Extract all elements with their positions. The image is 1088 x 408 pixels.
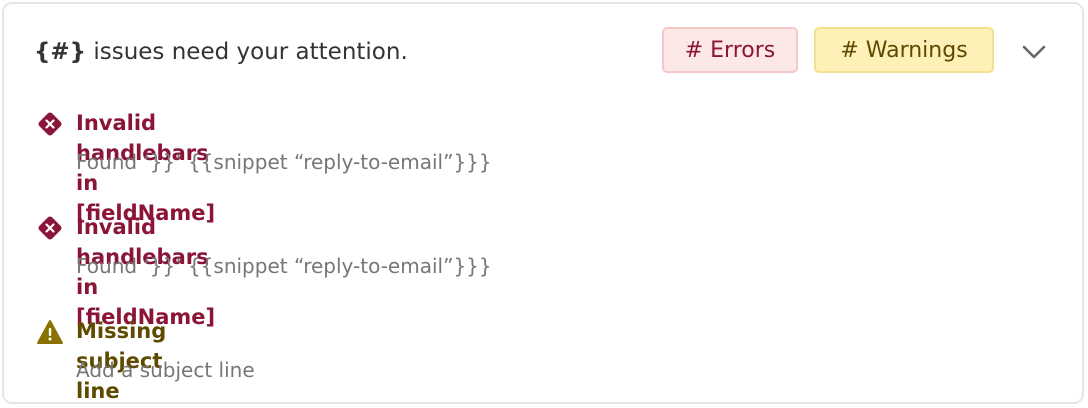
warnings-badge[interactable]: # Warnings [814, 27, 994, 73]
errors-badge[interactable]: # Errors [662, 27, 798, 73]
issue-detail: Found ‘}}’ {{snippet “reply-to-email”}}} [76, 150, 492, 174]
issues-summary-text: issues need your attention. [86, 39, 408, 65]
error-diamond-icon [36, 214, 64, 242]
issue-detail: Add a subject line [76, 358, 255, 382]
chevron-down-icon[interactable] [1018, 36, 1050, 68]
issues-panel: {#} issues need your attention. # Errors… [2, 2, 1084, 404]
error-diamond-icon [36, 110, 64, 138]
warning-triangle-icon [36, 318, 64, 346]
issue-detail: Found ‘}}’ {{snippet “reply-to-email”}}} [76, 254, 492, 278]
issue-count: {#} [34, 39, 87, 65]
issues-summary-title: {#} issues need your attention. [34, 36, 408, 68]
